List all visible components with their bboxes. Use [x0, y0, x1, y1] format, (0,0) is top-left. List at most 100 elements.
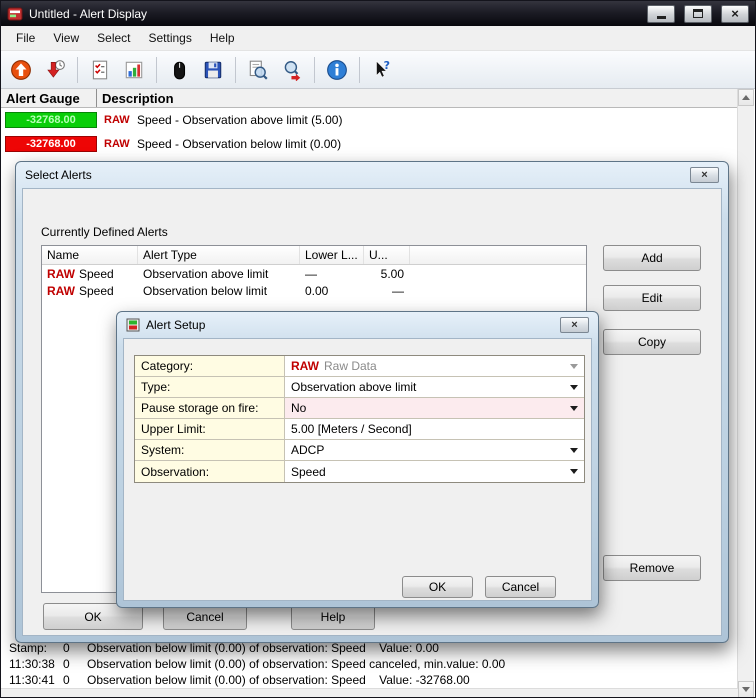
search-button[interactable] — [276, 55, 308, 85]
cancel-button[interactable]: Cancel — [485, 576, 556, 598]
alert-list-button[interactable] — [84, 55, 116, 85]
gauge-display-button[interactable] — [118, 55, 150, 85]
remove-button[interactable]: Remove — [603, 555, 701, 581]
log-time: 11:30:38 — [9, 657, 63, 672]
alert-list-icon — [89, 59, 111, 81]
alert-row[interactable]: -32768.00 RAW Speed - Observation above … — [1, 108, 342, 131]
column-header-upper-limit[interactable]: U... — [364, 246, 410, 264]
log-line: Stamp: 0 Observation below limit (0.00) … — [9, 641, 733, 656]
alert-description: Speed - Observation below limit (0.00) — [137, 137, 341, 151]
alert-description: Speed - Observation above limit (5.00) — [137, 113, 342, 127]
scroll-down-button[interactable] — [738, 681, 754, 698]
save-icon — [202, 59, 224, 81]
context-help-button[interactable]: ? — [366, 55, 398, 85]
observation-dropdown[interactable]: Speed — [285, 461, 584, 482]
scroll-up-button[interactable] — [738, 89, 754, 106]
alert-below-timer-button[interactable] — [39, 55, 71, 85]
menu-help[interactable]: Help — [201, 27, 244, 49]
chevron-down-icon — [570, 385, 578, 390]
toolbar: ? — [1, 51, 755, 89]
chevron-down-icon — [570, 364, 578, 369]
table-row[interactable]: RAWSpeed Observation above limit — 5.00 — [42, 265, 586, 282]
form-row-category: Category: RAW Raw Data — [135, 356, 584, 377]
alert-above-button[interactable] — [5, 55, 37, 85]
column-header-description[interactable]: Description — [97, 89, 738, 107]
alert-name: Speed — [79, 267, 114, 281]
horizontal-scrollbar[interactable] — [1, 688, 738, 698]
select-alerts-close-button[interactable]: × — [690, 167, 719, 183]
column-header-alert-gauge[interactable]: Alert Gauge — [1, 89, 97, 107]
toolbar-separator — [235, 57, 236, 83]
log-line: 11:30:38 0 Observation below limit (0.00… — [9, 657, 733, 672]
ok-button[interactable]: OK — [402, 576, 473, 598]
upper-limit: — — [364, 284, 410, 298]
close-icon: × — [731, 7, 739, 20]
vertical-scrollbar[interactable] — [737, 89, 754, 698]
alerts-table-header: Name Alert Type Lower L... U... — [42, 246, 586, 265]
lower-limit: 0.00 — [300, 284, 364, 298]
form-row-pause-storage: Pause storage on fire: No — [135, 398, 584, 419]
select-alerts-title-bar[interactable]: Select Alerts × — [16, 162, 728, 188]
alert-setup-title-bar[interactable]: Alert Setup × — [117, 312, 598, 338]
edit-button[interactable]: Edit — [603, 285, 701, 311]
window-title: Untitled - Alert Display — [29, 7, 638, 21]
alert-setup-body: Category: RAW Raw Data Type: Observation… — [123, 338, 592, 601]
app-icon — [7, 6, 23, 22]
observation-label: Observation: — [135, 461, 285, 482]
maximize-button[interactable] — [684, 5, 712, 23]
title-bar[interactable]: Untitled - Alert Display × — [1, 1, 755, 26]
toolbar-separator — [77, 57, 78, 83]
type-label: Type: — [135, 377, 285, 397]
add-button[interactable]: Add — [603, 245, 701, 271]
log-priority: 0 — [63, 673, 87, 688]
category-dropdown[interactable]: RAW Raw Data — [285, 356, 584, 376]
system-label: System: — [135, 440, 285, 460]
log-time: Stamp: — [9, 641, 63, 656]
column-header-filler — [410, 246, 586, 264]
preview-button[interactable] — [242, 55, 274, 85]
alert-name: Speed — [79, 284, 114, 298]
minimize-icon — [657, 16, 666, 19]
log-time: 11:30:41 — [9, 673, 63, 688]
alert-setup-close-button[interactable]: × — [560, 317, 589, 333]
dialog-title: Alert Setup — [146, 318, 205, 332]
system-value: ADCP — [291, 443, 324, 457]
category-value: Raw Data — [324, 359, 377, 373]
chevron-up-icon — [742, 95, 750, 100]
info-icon — [326, 59, 348, 81]
menu-file[interactable]: File — [7, 27, 44, 49]
alert-display-window: Untitled - Alert Display × File View Sel… — [0, 0, 756, 698]
minimize-button[interactable] — [647, 5, 675, 23]
pause-storage-dropdown[interactable]: No — [285, 398, 584, 418]
table-row[interactable]: RAWSpeed Observation below limit 0.00 — — [42, 282, 586, 299]
alert-above-icon — [10, 59, 32, 81]
copy-button[interactable]: Copy — [603, 329, 701, 355]
toolbar-separator — [359, 57, 360, 83]
alert-type: Observation above limit — [138, 267, 300, 281]
mouse-icon — [168, 59, 190, 81]
system-dropdown[interactable]: ADCP — [285, 440, 584, 460]
close-icon: × — [571, 320, 577, 331]
alert-setup-icon — [126, 318, 140, 332]
alert-gauge-value: -32768.00 — [5, 112, 97, 128]
close-button[interactable]: × — [721, 5, 749, 23]
column-header-alert-type[interactable]: Alert Type — [138, 246, 300, 264]
type-value: Observation above limit — [291, 380, 416, 394]
save-button[interactable] — [197, 55, 229, 85]
menu-settings[interactable]: Settings — [140, 27, 201, 49]
alert-row[interactable]: -32768.00 RAW Speed - Observation below … — [1, 132, 341, 155]
log-message: Observation below limit (0.00) of observ… — [87, 657, 733, 672]
menu-view[interactable]: View — [44, 27, 88, 49]
search-icon — [281, 59, 303, 81]
log-priority: 0 — [63, 657, 87, 672]
upper-limit-field[interactable]: 5.00 [Meters / Second] — [285, 419, 584, 439]
mouse-button[interactable] — [163, 55, 195, 85]
alert-below-timer-icon — [44, 59, 66, 81]
type-dropdown[interactable]: Observation above limit — [285, 377, 584, 397]
column-header-name[interactable]: Name — [42, 246, 138, 264]
menu-select[interactable]: Select — [88, 27, 139, 49]
log-message: Observation below limit (0.00) of observ… — [87, 641, 733, 656]
column-header-lower-limit[interactable]: Lower L... — [300, 246, 364, 264]
info-button[interactable] — [321, 55, 353, 85]
category-label: Category: — [135, 356, 285, 376]
